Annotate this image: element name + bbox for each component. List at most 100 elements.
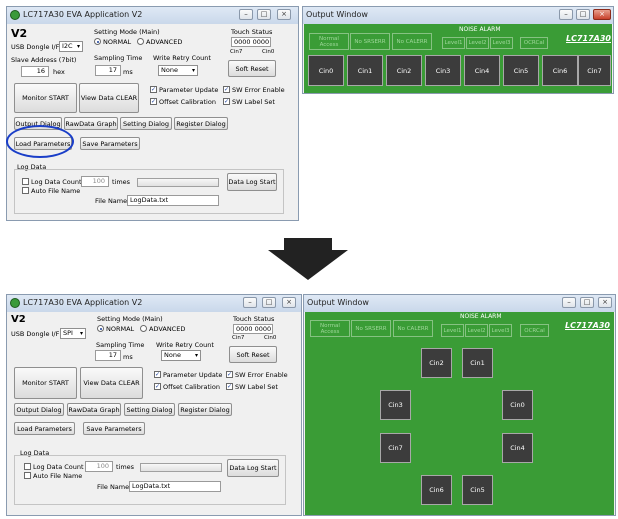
advanced-radio[interactable]	[140, 325, 147, 332]
parameter-update-checkbox[interactable]: ✓	[154, 371, 161, 378]
soft-reset-button[interactable]: Soft Reset	[229, 346, 277, 363]
slave-address-label: Slave Address (7bit)	[11, 56, 77, 64]
setting-dialog-button[interactable]: Setting Dialog	[120, 117, 172, 130]
chevron-down-icon: ▾	[79, 330, 83, 337]
cin-button[interactable]: Cin3	[380, 390, 411, 420]
chevron-down-icon: ▾	[194, 352, 198, 359]
rawdata-graph-button[interactable]: RawData Graph	[64, 117, 118, 130]
cin-button[interactable]: Cin6	[421, 475, 452, 505]
close-button[interactable]: ×	[598, 297, 612, 308]
maximize-button[interactable]: □	[262, 297, 276, 308]
view-data-clear-button[interactable]: View Data CLEAR	[80, 367, 143, 399]
noise-alarm-label: NOISE ALARM	[460, 313, 502, 320]
file-name-field[interactable]: LogData.txt	[129, 481, 221, 492]
cin7-label: Cin7	[230, 49, 243, 55]
close-button[interactable]: ×	[593, 9, 611, 20]
output-title-bar: Output Window – □ ×	[304, 295, 615, 312]
advanced-radio[interactable]	[137, 38, 144, 45]
file-name-field[interactable]: LogData.txt	[127, 195, 219, 206]
normal-radio[interactable]	[94, 38, 101, 45]
normal-access-indicator: Normal Access	[309, 33, 349, 50]
advanced-label: ADVANCED	[146, 38, 183, 46]
close-button[interactable]: ×	[282, 297, 296, 308]
minimize-button[interactable]: –	[562, 297, 576, 308]
soft-reset-button[interactable]: Soft Reset	[228, 60, 276, 77]
view-data-clear-button[interactable]: View Data CLEAR	[79, 83, 139, 113]
data-log-start-button[interactable]: Data Log Start	[227, 459, 279, 477]
load-parameters-button[interactable]: Load Parameters	[14, 422, 75, 435]
no-sreset-indicator: No SRSERR	[351, 320, 391, 337]
offset-calibration-checkbox[interactable]: ✓	[150, 98, 157, 105]
output-title-bar: Output Window – □ ×	[303, 7, 613, 24]
title-bar: LC717A30 EVA Application V2 – □ ×	[7, 7, 298, 24]
monitor-start-button[interactable]: Monitor START	[14, 83, 77, 113]
cin-button[interactable]: Cin4	[502, 433, 533, 463]
maximize-button[interactable]: □	[580, 297, 594, 308]
minimize-button[interactable]: –	[243, 297, 257, 308]
minimize-button[interactable]: –	[239, 9, 253, 20]
minimize-button[interactable]: –	[559, 9, 573, 20]
cin-button[interactable]: Cin2	[386, 55, 422, 86]
cin-button[interactable]: Cin1	[347, 55, 383, 86]
times-field[interactable]: 100	[85, 461, 113, 472]
register-dialog-button[interactable]: Register Dialog	[174, 117, 228, 130]
sw-error-label: SW Error Enable	[235, 371, 288, 379]
sw-error-checkbox[interactable]: ✓	[226, 371, 233, 378]
cin-button[interactable]: Cin7	[380, 433, 411, 463]
normal-label: NORMAL	[103, 38, 132, 46]
sw-label-checkbox[interactable]: ✓	[223, 98, 230, 105]
rawdata-graph-button[interactable]: RawData Graph	[67, 403, 121, 416]
output-dialog-button[interactable]: Output Dialog	[14, 403, 64, 416]
cin-button[interactable]: Cin1	[462, 348, 493, 378]
cin-button[interactable]: Cin0	[308, 55, 344, 86]
sw-error-checkbox[interactable]: ✓	[223, 86, 230, 93]
cin-button[interactable]: Cin2	[421, 348, 452, 378]
version-label: V2	[11, 314, 26, 325]
normal-radio[interactable]	[97, 325, 104, 332]
slave-address-field[interactable]: 16	[21, 66, 49, 77]
maximize-button[interactable]: □	[576, 9, 590, 20]
cin-button[interactable]: Cin7	[578, 55, 611, 86]
offset-calibration-label: Offset Calibration	[159, 98, 216, 106]
retry-select[interactable]: None ▾	[161, 350, 201, 361]
retry-select[interactable]: None ▾	[158, 65, 198, 76]
times-field[interactable]: 100	[81, 176, 109, 187]
touch-status-label: Touch Status	[231, 28, 273, 36]
output-panel: NOISE ALARM Normal Access No SRSERR No C…	[304, 24, 612, 93]
usb-select[interactable]: I2C ▾	[59, 41, 83, 52]
retry-label: Write Retry Count	[153, 54, 211, 62]
save-parameters-button[interactable]: Save Parameters	[83, 422, 145, 435]
usb-select[interactable]: SPI ▾	[60, 328, 86, 339]
sw-label-checkbox[interactable]: ✓	[226, 383, 233, 390]
cin-button[interactable]: Cin6	[542, 55, 578, 86]
monitor-start-button[interactable]: Monitor START	[14, 367, 77, 399]
cin-button[interactable]: Cin5	[503, 55, 539, 86]
sampling-unit: ms	[123, 68, 133, 76]
auto-file-checkbox[interactable]	[24, 472, 31, 479]
level2-indicator: Level2	[466, 37, 489, 49]
sampling-field[interactable]: 17	[95, 350, 121, 361]
register-dialog-button[interactable]: Register Dialog	[178, 403, 232, 416]
cin-button[interactable]: Cin4	[464, 55, 500, 86]
cin-button[interactable]: Cin3	[425, 55, 461, 86]
offset-calibration-checkbox[interactable]: ✓	[154, 383, 161, 390]
slave-unit: hex	[53, 68, 65, 76]
log-count-label: Log Data Count	[31, 178, 82, 186]
offset-calibration-label: Offset Calibration	[163, 383, 220, 391]
parameter-update-checkbox[interactable]: ✓	[150, 86, 157, 93]
data-log-start-button[interactable]: Data Log Start	[227, 173, 277, 191]
cin-button[interactable]: Cin5	[462, 475, 493, 505]
log-count-checkbox[interactable]	[24, 463, 31, 470]
setting-dialog-button[interactable]: Setting Dialog	[124, 403, 175, 416]
sampling-label: Sampling Time	[96, 341, 145, 349]
sampling-field[interactable]: 17	[95, 65, 121, 76]
app-icon	[10, 10, 20, 20]
sw-label-label: SW Label Set	[235, 383, 278, 391]
file-name-label: File Name	[95, 197, 128, 205]
log-count-checkbox[interactable]	[22, 178, 29, 185]
close-button[interactable]: ×	[277, 9, 291, 20]
maximize-button[interactable]: □	[257, 9, 271, 20]
cin-button[interactable]: Cin0	[502, 390, 533, 420]
auto-file-checkbox[interactable]	[22, 187, 29, 194]
save-parameters-button[interactable]: Save Parameters	[80, 137, 140, 150]
